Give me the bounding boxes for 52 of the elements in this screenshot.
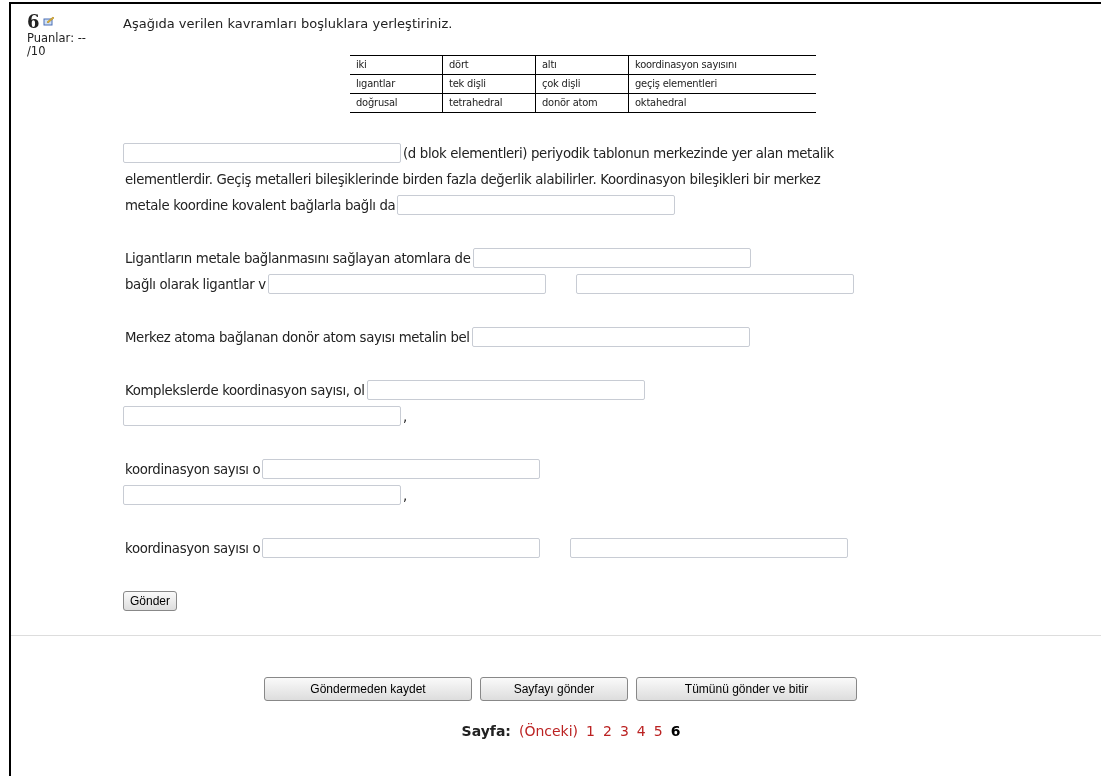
- term-cell: doğrusal: [350, 93, 443, 113]
- page-link[interactable]: 4: [636, 723, 646, 739]
- answer-field[interactable]: [366, 380, 645, 400]
- answer-field[interactable]: [262, 459, 541, 479]
- answer-field[interactable]: [471, 327, 750, 347]
- question-text: ,: [402, 487, 408, 503]
- instruction-text: Aşağıda verilen kavramları boşluklara yerleştiriniz.: [123, 15, 454, 33]
- answer-field[interactable]: [570, 538, 849, 558]
- answer-field[interactable]: [123, 485, 401, 505]
- action-button[interactable]: Sayfayı gönder: [480, 677, 628, 701]
- points-total: /10: [27, 45, 47, 58]
- answer-field[interactable]: [472, 248, 751, 268]
- page-link[interactable]: 2: [603, 723, 612, 739]
- question-text: Ligantların metale bağlanmasını sağlayan atomlara de: [124, 250, 472, 266]
- question-number: 6: [27, 12, 40, 32]
- action-button[interactable]: Tümünü gönder ve bitir: [636, 677, 857, 701]
- term-cell: donör atom: [535, 93, 629, 113]
- term-cell: dört: [442, 55, 536, 75]
- question-text: bağlı olarak ligantlar v: [124, 276, 267, 292]
- page-link[interactable]: 5: [653, 723, 663, 739]
- question-text: metale koordine kovalent bağlarla bağlı da: [124, 197, 397, 213]
- previous-link[interactable]: (Önceki): [518, 723, 579, 739]
- pager-label: Sayfa:: [461, 723, 511, 739]
- term-cell: tek dişli: [442, 74, 536, 94]
- answer-field[interactable]: [397, 195, 676, 215]
- points-label: Puanlar: --: [27, 32, 87, 45]
- edit-icon[interactable]: [42, 16, 55, 26]
- question-text: Komplekslerde koordinasyon sayısı, ol: [124, 382, 366, 398]
- question-text: (d blok elementleri) periyodik tablonun merkezinde yer alan metalik: [402, 145, 835, 161]
- question-text: Merkez atoma bağlanan donör atom sayısı metalin bel: [124, 329, 471, 345]
- answer-field[interactable]: [123, 406, 401, 426]
- answer-field[interactable]: [575, 274, 854, 294]
- term-cell: koordinasyon sayısını: [628, 55, 816, 75]
- term-cell: geçiş elementleri: [628, 74, 816, 94]
- answer-field[interactable]: [267, 274, 546, 294]
- term-cell: altı: [535, 55, 629, 75]
- question-text: ,: [402, 408, 408, 424]
- term-cell: iki: [350, 55, 443, 75]
- page-link[interactable]: 1: [586, 723, 595, 739]
- question-text: elementlerdir. Geçiş metalleri bileşiklerinde birden fazla değerlik alabilirler. Koordinasyon bileşikleri bir merkez: [124, 171, 822, 187]
- page-link[interactable]: 3: [619, 723, 629, 739]
- term-cell: lıgantlar: [350, 74, 443, 94]
- term-cell: tetrahedral: [442, 93, 536, 113]
- answer-field[interactable]: [123, 143, 401, 163]
- current-page[interactable]: 6: [670, 723, 681, 739]
- answer-field[interactable]: [262, 538, 541, 558]
- action-button[interactable]: Göndermeden kaydet: [264, 677, 472, 701]
- submit-button[interactable]: Gönder: [123, 591, 178, 611]
- question-text: koordinasyon sayısı o: [124, 540, 262, 556]
- term-cell: çok dişli: [535, 74, 629, 94]
- question-text: koordinasyon sayısı o: [124, 461, 262, 477]
- term-cell: oktahedral: [628, 93, 816, 113]
